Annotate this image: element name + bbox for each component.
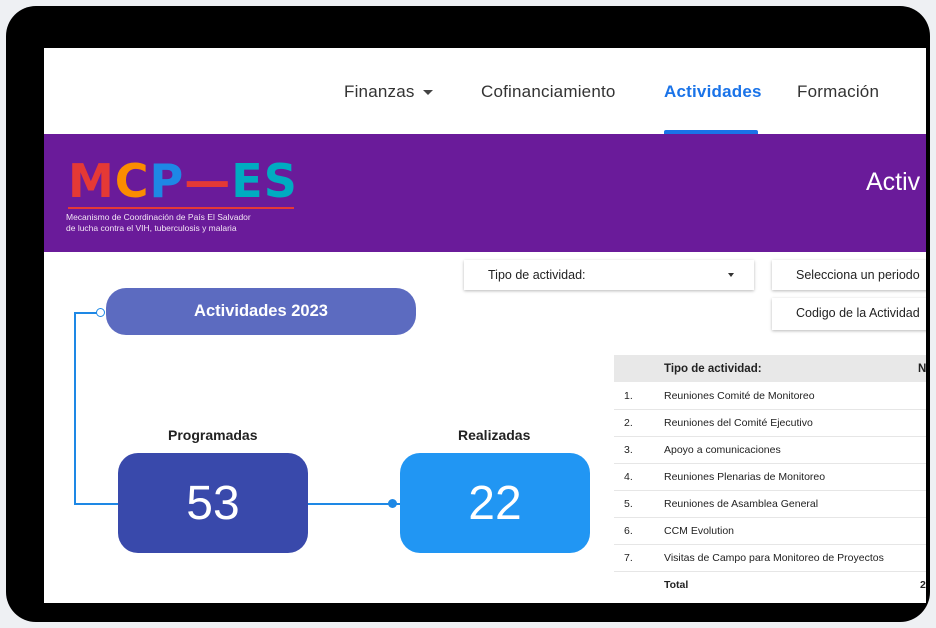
header-banner: MCP—ES Mecanismo de Coordinación de País…	[44, 134, 926, 252]
logo-letter: C	[114, 154, 150, 208]
programadas-value: 53	[186, 476, 240, 530]
table-row[interactable]: 7. Visitas de Campo para Monitoreo de Pr…	[614, 544, 926, 572]
row-number: 5.	[624, 498, 633, 510]
logo-letter: E	[231, 154, 264, 208]
periodo-dropdown[interactable]: Selecciona un periodo	[772, 260, 926, 290]
row-label: Reuniones del Comité Ejecutivo	[664, 417, 813, 429]
row-number: 7.	[624, 552, 633, 564]
connector-vertical	[74, 312, 76, 504]
periodo-label: Selecciona un periodo	[796, 268, 920, 282]
table-row[interactable]: 3. Apoyo a comunicaciones	[614, 436, 926, 464]
codigo-label: Codigo de la Actividad	[796, 306, 920, 320]
nav-cofinanciamiento[interactable]: Cofinanciamiento	[481, 82, 616, 102]
realizadas-box: 22	[400, 453, 590, 553]
connector-dot-middle	[388, 499, 397, 508]
codigo-dropdown[interactable]: Codigo de la Actividad	[772, 298, 926, 330]
nav-cofinanciamiento-label: Cofinanciamiento	[481, 82, 616, 101]
nav-actividades[interactable]: Actividades	[664, 82, 762, 102]
total-value: 2	[920, 579, 926, 591]
activities-year-title: Actividades 2023	[194, 302, 328, 320]
nav-formacion-label: Formación	[797, 82, 880, 101]
device-frame: Finanzas Cofinanciamiento Actividades Fo…	[6, 6, 930, 622]
logo-letter: S	[263, 154, 298, 208]
table-row[interactable]: 5. Reuniones de Asamblea General	[614, 490, 926, 518]
realizadas-label: Realizadas	[458, 427, 531, 443]
connector-middle	[308, 503, 400, 505]
tipo-actividad-dropdown[interactable]: Tipo de actividad:	[464, 260, 754, 290]
logo-letter: —	[184, 154, 232, 208]
nav-finanzas-label: Finanzas	[344, 82, 415, 101]
tipo-actividad-label: Tipo de actividad:	[488, 268, 586, 282]
row-label: Apoyo a comunicaciones	[664, 444, 781, 456]
nav-actividades-label: Actividades	[664, 82, 762, 101]
row-number: 4.	[624, 471, 633, 483]
screen: Finanzas Cofinanciamiento Actividades Fo…	[44, 48, 926, 603]
connector-dot-top	[96, 308, 105, 317]
programadas-label: Programadas	[168, 427, 258, 443]
mcp-es-logo[interactable]: MCP—ES	[68, 158, 298, 204]
table-header-tipo: Tipo de actividad:	[664, 363, 762, 375]
realizadas-value: 22	[468, 476, 522, 530]
table-row[interactable]: 4. Reuniones Plenarias de Monitoreo	[614, 463, 926, 491]
top-nav: Finanzas Cofinanciamiento Actividades Fo…	[44, 48, 926, 134]
row-label: Reuniones Comité de Monitoreo	[664, 390, 815, 402]
table-header: Tipo de actividad: N	[614, 355, 926, 382]
total-label: Total	[664, 579, 689, 591]
table-row[interactable]: 2. Reuniones del Comité Ejecutivo	[614, 409, 926, 437]
row-number: 2.	[624, 417, 633, 429]
row-label: CCM Evolution	[664, 525, 735, 537]
row-number: 1.	[624, 390, 633, 402]
nav-formacion[interactable]: Formación	[797, 82, 879, 102]
row-label: Reuniones Plenarias de Monitoreo	[664, 471, 826, 483]
logo-underline	[68, 207, 294, 209]
row-label: Visitas de Campo para Monitoreo de Proye…	[664, 552, 884, 564]
logo-subtitle: Mecanismo de Coordinación de País El Sal…	[66, 212, 326, 234]
activities-year-pill: Actividades 2023	[106, 288, 416, 335]
dropdown-arrow-icon	[728, 273, 734, 277]
row-number: 6.	[624, 525, 633, 537]
row-number: 3.	[624, 444, 633, 456]
logo-letter: P	[149, 154, 185, 208]
table-total-row: Total 2	[614, 571, 926, 598]
connector-left	[74, 503, 118, 505]
logo-letter: M	[68, 154, 115, 208]
chevron-down-icon	[422, 90, 433, 96]
table-row[interactable]: 1. Reuniones Comité de Monitoreo	[614, 382, 926, 410]
page-title: Activ	[866, 168, 921, 196]
table-row[interactable]: 6. CCM Evolution	[614, 517, 926, 545]
logo-subtitle-line2: de lucha contra el VIH, tuberculosis y m…	[66, 223, 237, 233]
nav-finanzas[interactable]: Finanzas	[344, 82, 433, 102]
logo-subtitle-line1: Mecanismo de Coordinación de País El Sal…	[66, 212, 251, 222]
row-label: Reuniones de Asamblea General	[664, 498, 819, 510]
table-header-n: N	[918, 363, 926, 375]
programadas-box: 53	[118, 453, 308, 553]
